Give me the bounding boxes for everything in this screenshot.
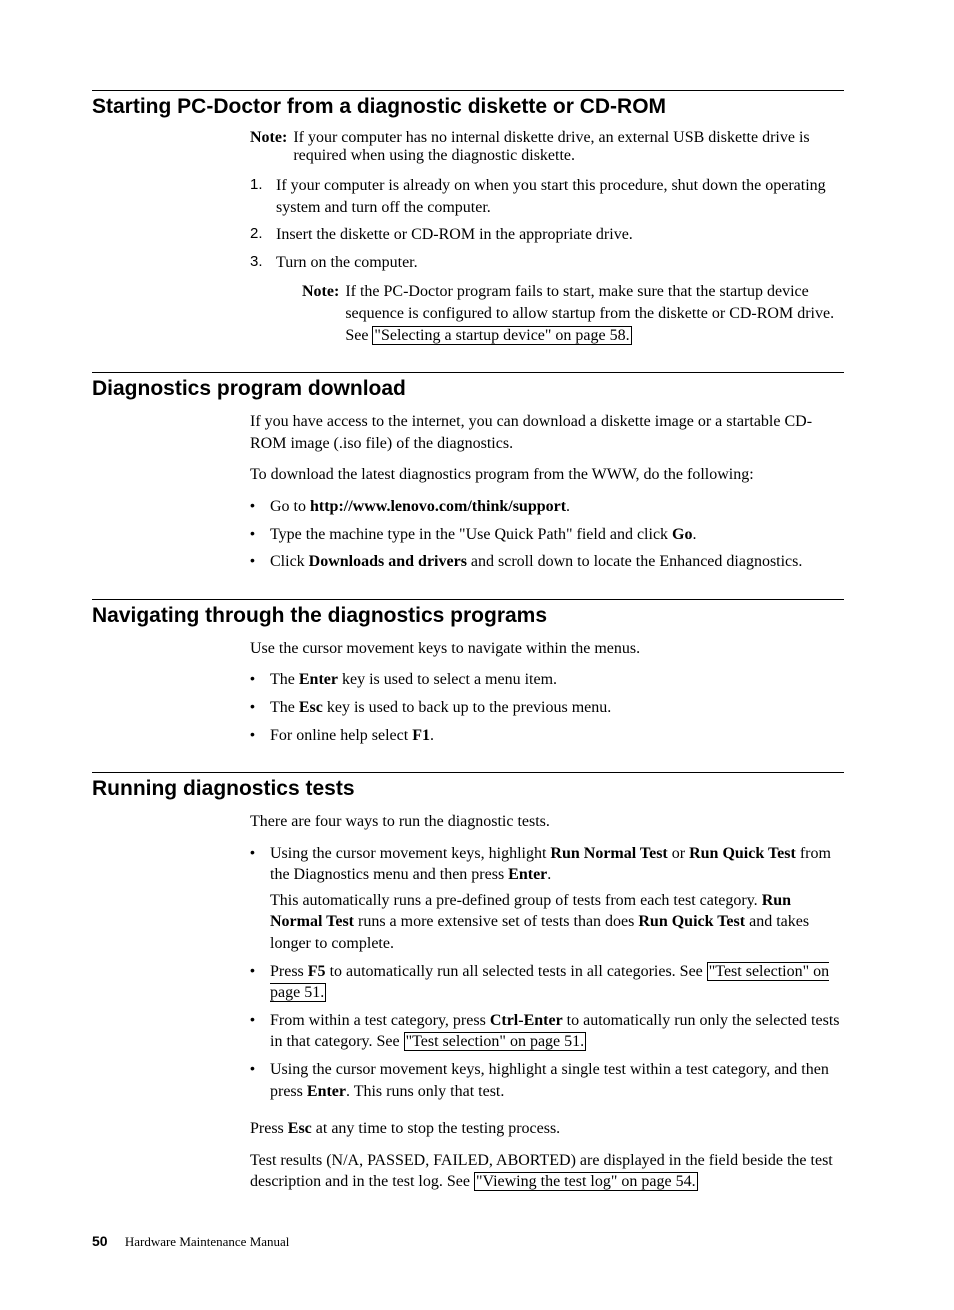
- section-rule: [92, 372, 844, 373]
- note: Note: If your computer has no internal d…: [250, 129, 844, 165]
- section-body: Note: If your computer has no internal d…: [250, 129, 844, 346]
- list-item: Go to http://www.lenovo.com/think/suppor…: [250, 496, 844, 518]
- heading-diagnostics-download: Diagnostics program download: [92, 377, 844, 401]
- paragraph: There are four ways to run the diagnosti…: [250, 811, 844, 833]
- cross-ref-link[interactable]: "Test selection" on page 51.: [404, 1032, 587, 1051]
- section-body: If you have access to the internet, you …: [250, 411, 844, 573]
- section-rule: [92, 90, 844, 91]
- heading-starting-pcdoctor: Starting PC-Doctor from a diagnostic dis…: [92, 95, 844, 119]
- list-item: For online help select F1.: [250, 725, 844, 747]
- footer-title: Hardware Maintenance Manual: [125, 1234, 290, 1249]
- cross-ref-link[interactable]: "Viewing the test log" on page 54.: [474, 1172, 698, 1191]
- page-footer: 50 Hardware Maintenance Manual: [92, 1233, 844, 1250]
- list-item: From within a test category, press Ctrl-…: [250, 1010, 844, 1053]
- list-item: Using the cursor movement keys, highligh…: [250, 1059, 844, 1102]
- list-item: Insert the diskette or CD-ROM in the app…: [250, 224, 844, 246]
- heading-running-tests: Running diagnostics tests: [92, 777, 844, 801]
- cross-ref-link[interactable]: "Selecting a startup device" on page 58.: [372, 326, 631, 345]
- bullet-list: Go to http://www.lenovo.com/think/suppor…: [250, 496, 844, 573]
- list-item: Turn on the computer. Note: If the PC-Do…: [250, 252, 844, 346]
- list-item: Type the machine type in the "Use Quick …: [250, 524, 844, 546]
- list-item: If your computer is already on when you …: [250, 175, 844, 218]
- nested-note: Note: If the PC-Doctor program fails to …: [302, 281, 844, 346]
- paragraph: To download the latest diagnostics progr…: [250, 464, 844, 486]
- bullet-list: The Enter key is used to select a menu i…: [250, 669, 844, 746]
- note-label: Note:: [302, 281, 339, 346]
- note-text: If the PC-Doctor program fails to start,…: [345, 281, 844, 346]
- heading-navigating: Navigating through the diagnostics progr…: [92, 604, 844, 628]
- paragraph: If you have access to the internet, you …: [250, 411, 844, 454]
- list-item: The Esc key is used to back up to the pr…: [250, 697, 844, 719]
- list-item: Using the cursor movement keys, highligh…: [250, 843, 844, 955]
- note-text: If your computer has no internal diskett…: [293, 129, 844, 165]
- step-text: If your computer is already on when you …: [276, 175, 844, 218]
- step-text: Insert the diskette or CD-ROM in the app…: [276, 224, 633, 246]
- bullet-list: Using the cursor movement keys, highligh…: [250, 843, 844, 1103]
- paragraph: Press Esc at any time to stop the testin…: [250, 1118, 844, 1140]
- section-body: Use the cursor movement keys to navigate…: [250, 638, 844, 746]
- document-page: Starting PC-Doctor from a diagnostic dis…: [0, 0, 954, 1310]
- note-label: Note:: [250, 129, 287, 165]
- list-item: The Enter key is used to select a menu i…: [250, 669, 844, 691]
- list-item: Click Downloads and drivers and scroll d…: [250, 551, 844, 573]
- paragraph: Use the cursor movement keys to navigate…: [250, 638, 844, 660]
- list-item: Press F5 to automatically run all select…: [250, 961, 844, 1004]
- paragraph: Test results (N/A, PASSED, FAILED, ABORT…: [250, 1150, 844, 1193]
- section-rule: [92, 772, 844, 773]
- numbered-list: If your computer is already on when you …: [250, 175, 844, 346]
- section-body: There are four ways to run the diagnosti…: [250, 811, 844, 1193]
- section-rule: [92, 599, 844, 600]
- step-text: Turn on the computer.: [276, 254, 418, 271]
- page-number: 50: [92, 1233, 108, 1249]
